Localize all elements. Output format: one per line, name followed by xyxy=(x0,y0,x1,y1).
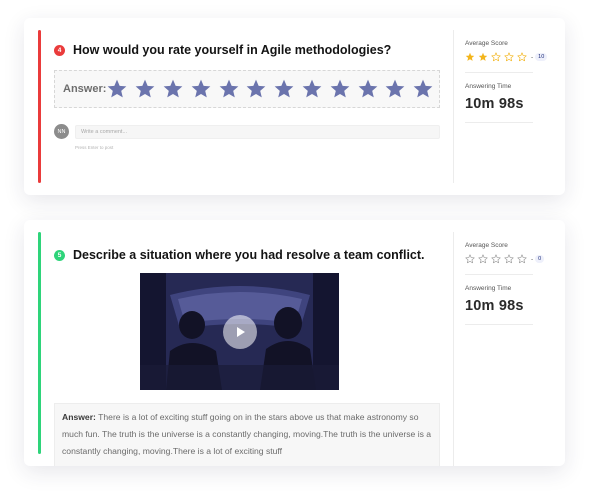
rating-answer-box: Answer: xyxy=(54,70,440,108)
comment-input[interactable]: Write a comment... xyxy=(75,124,440,139)
average-score-row: - 0 xyxy=(465,254,555,264)
side-rule xyxy=(465,122,533,123)
star-icon xyxy=(465,52,475,61)
average-score-stars xyxy=(465,254,530,264)
star-icon xyxy=(478,52,488,61)
side-divider xyxy=(453,30,454,183)
question-accent-bar xyxy=(38,30,41,183)
question-card-5: 5 Describe a situation where you had res… xyxy=(24,220,565,466)
side-rule xyxy=(465,72,533,73)
answer-text-box: Answer: There is a lot of exciting stuff… xyxy=(54,403,440,466)
video-player[interactable] xyxy=(140,273,339,390)
star-icon xyxy=(491,52,501,62)
star-icon xyxy=(274,79,294,98)
star-icon xyxy=(108,79,127,98)
side-divider xyxy=(453,232,454,466)
average-score-stars xyxy=(465,52,530,62)
score-dash: - xyxy=(531,53,534,61)
rating-stars xyxy=(106,78,440,100)
side-rule xyxy=(465,274,533,275)
star-icon xyxy=(330,79,350,98)
score-panel: Average Score - 10 Answering Time 10m 98… xyxy=(465,40,555,123)
star-icon xyxy=(517,52,527,62)
star-icon xyxy=(302,79,322,98)
star-icon xyxy=(191,79,211,98)
average-score-value: 0 xyxy=(535,255,545,263)
average-score-value: 10 xyxy=(535,53,548,61)
avatar[interactable]: NN xyxy=(54,124,69,139)
answer-label: Answer: xyxy=(63,83,107,95)
star-icon xyxy=(478,254,488,264)
star-icon xyxy=(517,254,527,264)
answering-time-value: 10m 98s xyxy=(465,96,524,112)
star-icon xyxy=(413,79,433,98)
average-score-label: Average Score xyxy=(465,242,508,249)
star-icon xyxy=(247,79,266,98)
question-accent-bar xyxy=(38,232,41,454)
average-score-label: Average Score xyxy=(465,40,508,47)
play-button[interactable] xyxy=(223,315,257,349)
star-icon xyxy=(504,254,514,264)
star-icon xyxy=(163,79,183,98)
score-panel: Average Score - 0 Answering Time 10m 98s xyxy=(465,242,555,325)
star-icon xyxy=(386,79,405,98)
answering-time-label: Answering Time xyxy=(465,285,512,292)
question-title: How would you rate yourself in Agile met… xyxy=(73,43,392,57)
star-icon xyxy=(358,79,377,98)
question-card-4: 4 How would you rate yourself in Agile m… xyxy=(24,18,565,195)
star-icon xyxy=(491,254,501,264)
answering-time-label: Answering Time xyxy=(465,83,512,90)
question-header: 4 How would you rate yourself in Agile m… xyxy=(54,43,391,57)
star-icon xyxy=(135,79,155,98)
star-icon xyxy=(465,254,475,264)
average-score-row: - 10 xyxy=(465,52,555,62)
comment-row: NN Write a comment... xyxy=(54,124,440,139)
star-icon xyxy=(219,79,238,98)
question-title: Describe a situation where you had resol… xyxy=(73,248,425,262)
question-header: 5 Describe a situation where you had res… xyxy=(54,248,425,262)
side-rule xyxy=(465,324,533,325)
question-number-badge: 4 xyxy=(54,44,65,56)
answer-body: There is a lot of exciting stuff going o… xyxy=(62,412,432,456)
question-number-badge: 5 xyxy=(54,249,65,261)
play-icon xyxy=(237,327,245,337)
score-dash: - xyxy=(531,255,534,263)
answer-label: Answer: xyxy=(62,412,96,422)
answer-text: Answer: There is a lot of exciting stuff… xyxy=(62,409,432,460)
star-icon xyxy=(504,52,514,62)
comment-hint: Press Enter to post xyxy=(75,145,114,150)
answering-time-value: 10m 98s xyxy=(465,298,524,314)
